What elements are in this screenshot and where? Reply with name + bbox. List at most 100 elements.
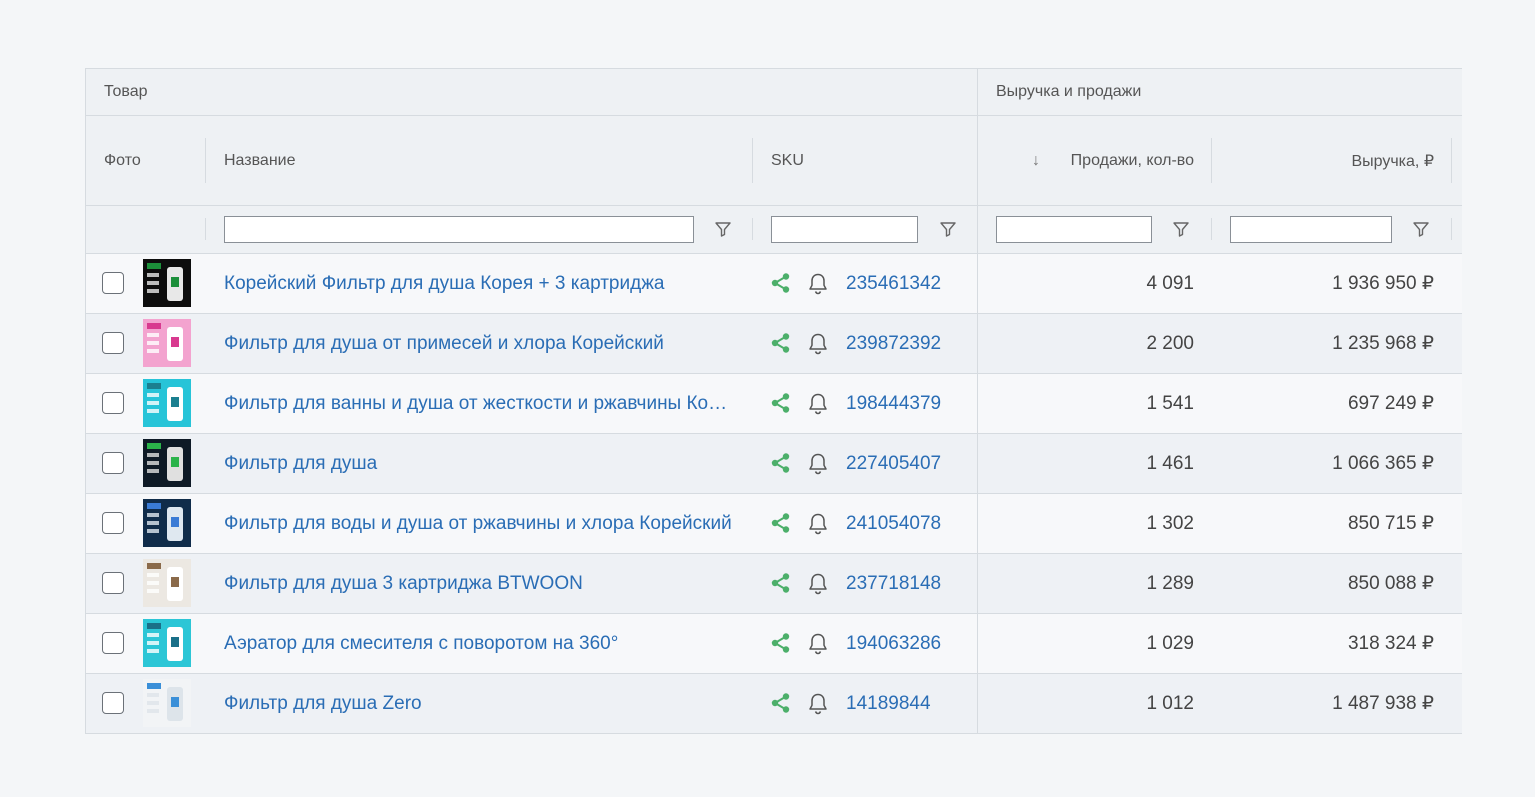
product-name-link[interactable]: Аэратор для смесителя с поворотом на 360…	[224, 614, 736, 673]
group-divider	[977, 614, 978, 673]
share-icon[interactable]	[770, 512, 792, 534]
bell-icon[interactable]	[807, 572, 829, 596]
product-photo[interactable]	[143, 679, 191, 727]
bell-icon[interactable]	[807, 692, 829, 716]
revenue-value: 1 066 365 ₽	[1332, 453, 1434, 474]
share-icon[interactable]	[770, 272, 792, 294]
row-checkbox[interactable]	[102, 692, 124, 714]
row-checkbox[interactable]	[102, 632, 124, 654]
product-name-link[interactable]: Фильтр для душа от примесей и хлора Коре…	[224, 314, 736, 373]
column-separator	[1451, 218, 1452, 240]
bell-icon[interactable]	[807, 272, 829, 296]
sales-qty-value: 2 200	[1146, 333, 1194, 354]
table-row[interactable]: Фильтр для воды и душа от ржавчины и хло…	[86, 494, 1462, 554]
row-checkbox[interactable]	[102, 512, 124, 534]
column-header-row: Фото Название SKU ↓ Продажи, кол-во Выру…	[86, 116, 1462, 206]
column-separator[interactable]	[1451, 138, 1452, 183]
product-name-link[interactable]: Корейский Фильтр для душа Корея + 3 карт…	[224, 254, 736, 313]
revenue-filter-input[interactable]	[1230, 216, 1392, 243]
row-checkbox[interactable]	[102, 332, 124, 354]
revenue-value: 318 324 ₽	[1347, 633, 1434, 654]
table-row[interactable]: Фильтр для душа от примесей и хлора Коре…	[86, 314, 1462, 374]
table-row[interactable]: Фильтр для ванны и душа от жесткости и р…	[86, 374, 1462, 434]
filter-funnel-icon[interactable]	[714, 220, 732, 238]
bell-icon[interactable]	[807, 332, 829, 356]
product-photo[interactable]	[143, 559, 191, 607]
product-photo[interactable]	[143, 259, 191, 307]
revenue-value: 697 249 ₽	[1347, 393, 1434, 414]
sku-link[interactable]: 235461342	[846, 254, 941, 313]
group-header-product: Товар	[104, 83, 148, 100]
name-filter-input[interactable]	[224, 216, 694, 243]
column-separator[interactable]	[1211, 138, 1212, 183]
group-divider	[977, 494, 978, 553]
sku-link[interactable]: 239872392	[846, 314, 941, 373]
table-row[interactable]: Фильтр для душа 227405407 1 461 1 066 365 ₽	[86, 434, 1462, 494]
sku-filter-input[interactable]	[771, 216, 918, 243]
product-name-link[interactable]: Фильтр для душа 3 картриджа BTWOON	[224, 554, 736, 613]
sales-qty-value: 1 012	[1146, 693, 1194, 714]
bell-icon[interactable]	[807, 512, 829, 536]
column-header-revenue[interactable]: Выручка, ₽	[1226, 116, 1434, 205]
share-icon[interactable]	[770, 332, 792, 354]
column-header-name[interactable]: Название	[224, 116, 724, 205]
product-photo[interactable]	[143, 439, 191, 487]
column-separator[interactable]	[205, 138, 206, 183]
column-header-sales-qty[interactable]: Продажи, кол-во	[1056, 116, 1194, 205]
product-photo[interactable]	[143, 319, 191, 367]
sales-qty-filter-input[interactable]	[996, 216, 1152, 243]
row-checkbox[interactable]	[102, 452, 124, 474]
sku-link[interactable]: 14189844	[846, 674, 931, 733]
bell-icon[interactable]	[807, 452, 829, 476]
sku-link[interactable]: 241054078	[846, 494, 941, 553]
filter-row	[86, 206, 1462, 254]
table-row[interactable]: Аэратор для смесителя с поворотом на 360…	[86, 614, 1462, 674]
product-name-link[interactable]: Фильтр для воды и душа от ржавчины и хло…	[224, 494, 736, 553]
group-divider	[977, 254, 978, 313]
product-photo[interactable]	[143, 499, 191, 547]
row-checkbox[interactable]	[102, 272, 124, 294]
sales-qty-value: 1 461	[1146, 453, 1194, 474]
revenue-value: 1 235 968 ₽	[1332, 333, 1434, 354]
column-separator	[1211, 218, 1212, 240]
sales-qty-value: 4 091	[1146, 273, 1194, 294]
product-name-link[interactable]: Фильтр для душа	[224, 434, 736, 493]
sku-link[interactable]: 198444379	[846, 374, 941, 433]
group-divider	[977, 554, 978, 613]
sku-link[interactable]: 227405407	[846, 434, 941, 493]
group-divider	[977, 116, 978, 205]
column-header-sku[interactable]: SKU	[771, 116, 951, 205]
bell-icon[interactable]	[807, 392, 829, 416]
group-divider	[977, 674, 978, 733]
product-photo[interactable]	[143, 619, 191, 667]
filter-funnel-icon[interactable]	[1172, 220, 1190, 238]
revenue-value: 1 487 938 ₽	[1332, 693, 1434, 714]
column-separator	[752, 218, 753, 240]
filter-funnel-icon[interactable]	[939, 220, 957, 238]
row-checkbox[interactable]	[102, 572, 124, 594]
product-name-link[interactable]: Фильтр для ванны и душа от жесткости и р…	[224, 374, 736, 433]
column-separator[interactable]	[752, 138, 753, 183]
revenue-value: 1 936 950 ₽	[1332, 273, 1434, 294]
share-icon[interactable]	[770, 392, 792, 414]
sku-link[interactable]: 194063286	[846, 614, 941, 673]
bell-icon[interactable]	[807, 632, 829, 656]
group-divider	[977, 314, 978, 373]
sku-link[interactable]: 237718148	[846, 554, 941, 613]
table-row[interactable]: Фильтр для душа Zero 14189844 1 012 1 487 9…	[86, 674, 1462, 734]
column-header-photo[interactable]: Фото	[104, 116, 204, 205]
products-table: Товар Выручка и продажи Фото Название SK…	[85, 68, 1462, 734]
share-icon[interactable]	[770, 572, 792, 594]
sales-qty-value: 1 541	[1146, 393, 1194, 414]
sales-qty-value: 1 029	[1146, 633, 1194, 654]
share-icon[interactable]	[770, 632, 792, 654]
row-checkbox[interactable]	[102, 392, 124, 414]
share-icon[interactable]	[770, 692, 792, 714]
table-row[interactable]: Корейский Фильтр для душа Корея + 3 карт…	[86, 254, 1462, 314]
sort-desc-icon[interactable]: ↓	[1032, 152, 1040, 170]
product-photo[interactable]	[143, 379, 191, 427]
table-row[interactable]: Фильтр для душа 3 картриджа BTWOON 237718…	[86, 554, 1462, 614]
filter-funnel-icon[interactable]	[1412, 220, 1430, 238]
product-name-link[interactable]: Фильтр для душа Zero	[224, 674, 736, 733]
share-icon[interactable]	[770, 452, 792, 474]
